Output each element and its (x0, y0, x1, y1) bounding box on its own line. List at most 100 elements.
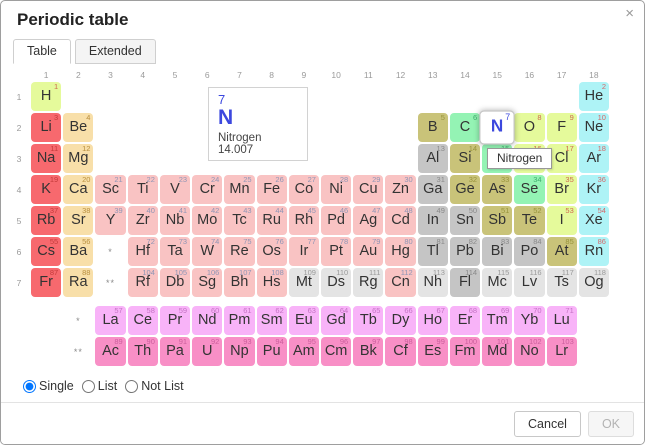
element-cell-La[interactable]: 57La (95, 306, 125, 335)
element-cell-Y[interactable]: 39Y (95, 206, 125, 235)
element-cell-Zn[interactable]: 30Zn (385, 175, 415, 204)
cancel-button[interactable]: Cancel (514, 411, 581, 437)
element-cell-Mo[interactable]: 42Mo (192, 206, 222, 235)
element-cell-Rn[interactable]: 86Rn (579, 237, 609, 266)
element-cell-Th[interactable]: 90Th (128, 337, 158, 366)
element-cell-Ts[interactable]: 117Ts (547, 268, 577, 297)
element-cell-Cd[interactable]: 48Cd (385, 206, 415, 235)
element-cell-I[interactable]: 53I (547, 206, 577, 235)
element-cell-Se[interactable]: 34Se (514, 175, 544, 204)
radio-not-list[interactable]: Not List (125, 379, 183, 393)
element-cell-Bh[interactable]: 107Bh (224, 268, 254, 297)
element-cell-Co[interactable]: 27Co (289, 175, 319, 204)
element-cell-K[interactable]: 19K (31, 175, 61, 204)
element-cell-Lu[interactable]: 71Lu (547, 306, 577, 335)
element-cell-Na[interactable]: 11Na (31, 144, 61, 173)
radio-single-input[interactable] (23, 380, 36, 393)
element-cell-Ge[interactable]: 32Ge (450, 175, 480, 204)
element-cell-Ni[interactable]: 28Ni (321, 175, 351, 204)
tab-table[interactable]: Table (13, 39, 71, 64)
element-cell-Og[interactable]: 118Og (579, 268, 609, 297)
element-cell-N[interactable]: 7N (479, 110, 515, 144)
element-cell-No[interactable]: 102No (514, 337, 544, 366)
element-cell-Re[interactable]: 75Re (224, 237, 254, 266)
tab-extended[interactable]: Extended (75, 39, 156, 64)
element-cell-Fm[interactable]: 100Fm (450, 337, 480, 366)
element-cell-Cs[interactable]: 55Cs (31, 237, 61, 266)
element-cell-Sm[interactable]: 62Sm (257, 306, 287, 335)
element-cell-Yb[interactable]: 70Yb (514, 306, 544, 335)
element-cell-Pt[interactable]: 78Pt (321, 237, 351, 266)
element-cell-Hf[interactable]: 72Hf (128, 237, 158, 266)
element-cell-Fe[interactable]: 26Fe (257, 175, 287, 204)
element-cell-Dy[interactable]: 66Dy (385, 306, 415, 335)
element-cell-Mn[interactable]: 25Mn (224, 175, 254, 204)
element-cell-Os[interactable]: 76Os (257, 237, 287, 266)
element-cell-As[interactable]: 33As (482, 175, 512, 204)
element-cell-Sr[interactable]: 38Sr (63, 206, 93, 235)
element-cell-F[interactable]: 9F (547, 113, 577, 142)
element-cell-Tl[interactable]: 81Tl (418, 237, 448, 266)
element-cell-Bi[interactable]: 83Bi (482, 237, 512, 266)
element-cell-Mg[interactable]: 12Mg (63, 144, 93, 173)
element-cell-Ho[interactable]: 67Ho (418, 306, 448, 335)
element-cell-Zr[interactable]: 40Zr (128, 206, 158, 235)
element-cell-Ds[interactable]: 110Ds (321, 268, 351, 297)
element-cell-Ca[interactable]: 20Ca (63, 175, 93, 204)
element-cell-Ba[interactable]: 56Ba (63, 237, 93, 266)
element-cell-C[interactable]: 6C (450, 113, 480, 142)
element-cell-Te[interactable]: 52Te (514, 206, 544, 235)
element-cell-Bk[interactable]: 97Bk (353, 337, 383, 366)
element-cell-Md[interactable]: 101Md (482, 337, 512, 366)
element-cell-B[interactable]: 5B (418, 113, 448, 142)
element-cell-Tb[interactable]: 65Tb (353, 306, 383, 335)
element-cell-Sg[interactable]: 106Sg (192, 268, 222, 297)
element-cell-Nd[interactable]: 60Nd (192, 306, 222, 335)
element-cell-Ce[interactable]: 58Ce (128, 306, 158, 335)
element-cell-Au[interactable]: 79Au (353, 237, 383, 266)
element-cell-Br[interactable]: 35Br (547, 175, 577, 204)
element-cell-Pb[interactable]: 82Pb (450, 237, 480, 266)
element-cell-Rh[interactable]: 45Rh (289, 206, 319, 235)
element-cell-Gd[interactable]: 64Gd (321, 306, 351, 335)
element-cell-Ar[interactable]: 18Ar (579, 144, 609, 173)
element-cell-U[interactable]: 92U (192, 337, 222, 366)
element-cell-Mt[interactable]: 109Mt (289, 268, 319, 297)
radio-list[interactable]: List (82, 379, 117, 393)
element-cell-Fl[interactable]: 114Fl (450, 268, 480, 297)
element-cell-Eu[interactable]: 63Eu (289, 306, 319, 335)
element-cell-Cu[interactable]: 29Cu (353, 175, 383, 204)
element-cell-Ne[interactable]: 10Ne (579, 113, 609, 142)
element-cell-Xe[interactable]: 54Xe (579, 206, 609, 235)
element-cell-Pr[interactable]: 59Pr (160, 306, 190, 335)
element-cell-Cm[interactable]: 96Cm (321, 337, 351, 366)
element-cell-At[interactable]: 85At (547, 237, 577, 266)
element-cell-Lr[interactable]: 103Lr (547, 337, 577, 366)
element-cell-Tc[interactable]: 43Tc (224, 206, 254, 235)
element-cell-Es[interactable]: 99Es (418, 337, 448, 366)
element-cell-Ta[interactable]: 73Ta (160, 237, 190, 266)
element-cell-Pd[interactable]: 46Pd (321, 206, 351, 235)
radio-single[interactable]: Single (23, 379, 74, 393)
element-cell-Kr[interactable]: 36Kr (579, 175, 609, 204)
element-cell-Rf[interactable]: 104Rf (128, 268, 158, 297)
element-cell-Np[interactable]: 93Np (224, 337, 254, 366)
element-cell-Ti[interactable]: 22Ti (128, 175, 158, 204)
element-cell-Ag[interactable]: 47Ag (353, 206, 383, 235)
element-cell-Si[interactable]: 14Si (450, 144, 480, 173)
element-cell-O[interactable]: 8O (514, 113, 544, 142)
element-cell-Tm[interactable]: 69Tm (482, 306, 512, 335)
element-cell-Pu[interactable]: 94Pu (257, 337, 287, 366)
element-cell-Cf[interactable]: 98Cf (385, 337, 415, 366)
element-cell-Po[interactable]: 84Po (514, 237, 544, 266)
close-icon[interactable]: × (625, 6, 634, 21)
element-cell-Pm[interactable]: 61Pm (224, 306, 254, 335)
ok-button[interactable]: OK (588, 411, 634, 437)
element-cell-Ra[interactable]: 88Ra (63, 268, 93, 297)
element-cell-Be[interactable]: 4Be (63, 113, 93, 142)
element-cell-Ga[interactable]: 31Ga (418, 175, 448, 204)
element-cell-Sb[interactable]: 51Sb (482, 206, 512, 235)
element-cell-Sn[interactable]: 50Sn (450, 206, 480, 235)
element-cell-Sc[interactable]: 21Sc (95, 175, 125, 204)
element-cell-Ir[interactable]: 77Ir (289, 237, 319, 266)
